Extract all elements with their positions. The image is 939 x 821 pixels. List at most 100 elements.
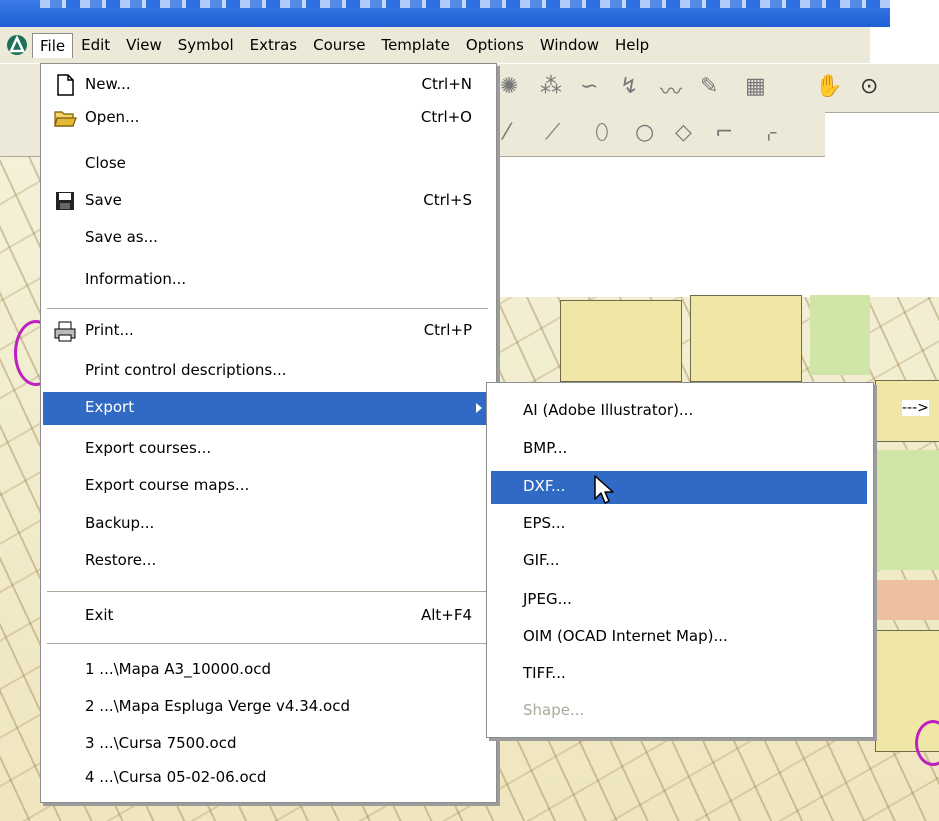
menu-item-backup[interactable]: Backup...: [43, 508, 494, 541]
grid-tool-icon[interactable]: ▦: [745, 74, 766, 99]
draw-tool-icon[interactable]: ✺: [500, 74, 518, 99]
menu-item-information[interactable]: Information...: [43, 264, 494, 297]
menu-separator: [47, 308, 488, 310]
menu-item-label: GIF...: [523, 551, 560, 569]
menu-item-export-courses[interactable]: Export courses...: [43, 433, 494, 466]
menu-item-close[interactable]: Close: [43, 148, 494, 181]
menu-item-label: Export: [85, 398, 135, 416]
symbol-tool-icon[interactable]: ⁂: [540, 74, 562, 99]
export-item-jpeg[interactable]: JPEG...: [491, 584, 867, 617]
menu-item-print[interactable]: Print... Ctrl+P: [43, 315, 494, 348]
menu-item-label: OIM (OCAD Internet Map)...: [523, 627, 728, 645]
menu-item-label: JPEG...: [523, 590, 572, 608]
submenu-arrow-icon: [476, 403, 482, 413]
menu-item-save[interactable]: Save Ctrl+S: [43, 185, 494, 218]
menu-item-exit[interactable]: Exit Alt+F4: [43, 600, 494, 633]
menu-item-label: Print control descriptions...: [85, 361, 287, 379]
ellipse-tool-icon[interactable]: ⬯: [595, 120, 609, 145]
map-field: [690, 295, 802, 382]
file-menu: New... Ctrl+N Open... Ctrl+O Close Save …: [40, 63, 497, 803]
menu-view[interactable]: View: [118, 32, 170, 58]
map-field: [560, 300, 682, 382]
menu-item-label: Export course maps...: [85, 476, 250, 494]
shortcut-label: Ctrl+N: [421, 75, 472, 93]
curve-line-tool-icon[interactable]: ⟋: [545, 120, 560, 145]
menu-file[interactable]: File: [32, 32, 74, 58]
menu-help[interactable]: Help: [607, 32, 657, 58]
polygon-tool-icon[interactable]: ◇: [675, 120, 692, 145]
menu-template[interactable]: Template: [373, 32, 457, 58]
menu-symbol[interactable]: Symbol: [170, 32, 242, 58]
menu-item-label: 3 ...\Cursa 7500.ocd: [85, 734, 237, 752]
menu-extras[interactable]: Extras: [242, 32, 305, 58]
new-document-icon: [53, 73, 77, 97]
menu-item-label: Close: [85, 154, 126, 172]
menu-item-label: New...: [85, 75, 131, 93]
menu-item-label: Backup...: [85, 514, 155, 532]
menu-options[interactable]: Options: [458, 32, 532, 58]
map-forest: [875, 450, 939, 570]
menu-item-restore[interactable]: Restore...: [43, 545, 494, 578]
menu-item-export-course-maps[interactable]: Export course maps...: [43, 470, 494, 503]
menu-item-label: Export courses...: [85, 439, 212, 457]
title-bar: [0, 0, 890, 27]
hand-tool-icon[interactable]: ✋: [815, 74, 842, 99]
open-folder-icon: [53, 106, 77, 130]
menu-item-label: 2 ...\Mapa Espluga Verge v4.34.ocd: [85, 697, 350, 715]
shortcut-label: Ctrl+S: [423, 191, 472, 209]
menu-item-export[interactable]: Export: [43, 392, 494, 425]
export-item-ai[interactable]: AI (Adobe Illustrator)...: [491, 395, 867, 428]
arrow-annotation: --->: [902, 400, 929, 416]
menu-item-label: 4 ...\Cursa 05-02-06.ocd: [85, 768, 267, 786]
spline-tool-icon[interactable]: ↯: [620, 74, 638, 99]
curve-tool-icon[interactable]: ∽: [580, 74, 598, 99]
menu-item-label: Save: [85, 191, 122, 209]
circle-tool-icon[interactable]: ○: [635, 120, 654, 145]
straight-line-tool-icon[interactable]: ⌌: [760, 120, 778, 145]
menu-course[interactable]: Course: [305, 32, 373, 58]
menu-item-print-control-descriptions[interactable]: Print control descriptions...: [43, 355, 494, 388]
menu-edit[interactable]: Edit: [73, 32, 118, 58]
export-submenu: AI (Adobe Illustrator)... BMP... DXF... …: [486, 382, 874, 738]
menu-item-recent-file-3[interactable]: 3 ...\Cursa 7500.ocd: [43, 728, 494, 761]
menu-bar: File Edit View Symbol Extras Course Temp…: [0, 27, 870, 63]
floppy-disk-icon: [53, 189, 77, 213]
menu-item-label: Save as...: [85, 228, 158, 246]
menu-item-save-as[interactable]: Save as...: [43, 222, 494, 255]
rectangle-line-tool-icon[interactable]: ⌐: [715, 120, 733, 145]
export-item-eps[interactable]: EPS...: [491, 508, 867, 541]
map-forest: [810, 295, 870, 375]
map-road: [875, 580, 939, 620]
edit-tool-icon[interactable]: ✎: [700, 74, 718, 99]
menu-item-label: AI (Adobe Illustrator)...: [523, 401, 694, 419]
menu-item-open[interactable]: Open... Ctrl+O: [43, 102, 494, 135]
printer-icon: [53, 319, 77, 343]
export-item-tiff[interactable]: TIFF...: [491, 658, 867, 691]
line-tool-icon[interactable]: ⁄: [505, 120, 509, 145]
ocad-logo-icon: [6, 34, 28, 56]
menu-item-recent-file-4[interactable]: 4 ...\Cursa 05-02-06.ocd: [43, 762, 494, 795]
zoom-tool-icon[interactable]: ⊙: [860, 74, 878, 99]
menu-item-new[interactable]: New... Ctrl+N: [43, 69, 494, 102]
export-item-dxf[interactable]: DXF...: [491, 471, 867, 504]
menu-item-recent-file-1[interactable]: 1 ...\Mapa A3_10000.ocd: [43, 654, 494, 687]
map-canvas-blank: [490, 157, 939, 297]
export-item-shape: Shape...: [491, 695, 867, 728]
menu-item-label: Open...: [85, 108, 140, 126]
mouse-pointer-icon: [594, 475, 616, 511]
menu-item-label: TIFF...: [523, 664, 566, 682]
menu-separator: [47, 591, 488, 593]
menu-separator: [47, 643, 488, 645]
export-item-bmp[interactable]: BMP...: [491, 433, 867, 466]
menu-item-recent-file-2[interactable]: 2 ...\Mapa Espluga Verge v4.34.ocd: [43, 691, 494, 724]
menu-item-label: Restore...: [85, 551, 157, 569]
menu-item-label: Information...: [85, 270, 187, 288]
menu-window[interactable]: Window: [532, 32, 607, 58]
menu-item-label: BMP...: [523, 439, 568, 457]
menu-item-label: Shape...: [523, 701, 585, 719]
shortcut-label: Ctrl+O: [420, 108, 472, 126]
export-item-gif[interactable]: GIF...: [491, 545, 867, 578]
menu-item-label: Exit: [85, 606, 114, 624]
export-item-oim[interactable]: OIM (OCAD Internet Map)...: [491, 621, 867, 654]
freehand-tool-icon[interactable]: 〰: [660, 74, 682, 106]
